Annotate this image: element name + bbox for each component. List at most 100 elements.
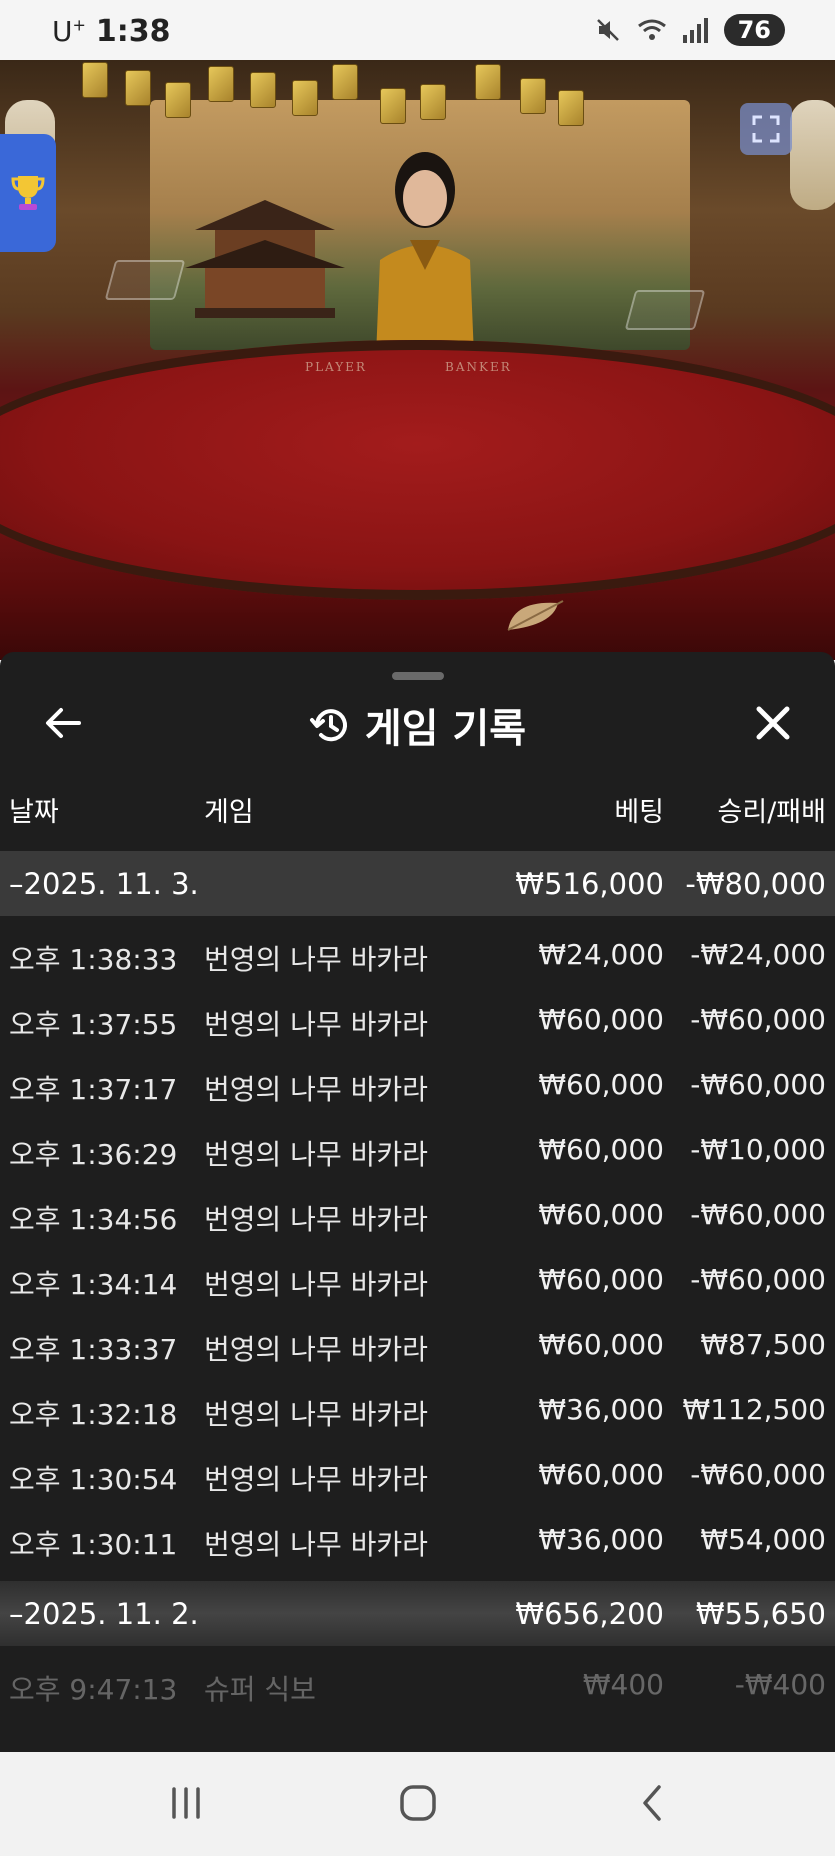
- right-lantern: [790, 100, 835, 210]
- row-time: 오후 1:30:54: [9, 1463, 178, 1496]
- status-right: 76: [595, 14, 785, 46]
- banker-area-label: BANKER: [445, 360, 512, 374]
- history-row[interactable]: 오후 1:32:18 번영의 나무 바카라 ₩36,000 ₩112,500: [0, 1377, 835, 1442]
- mute-icon: [596, 19, 619, 41]
- clock: 1:38: [95, 14, 171, 49]
- history-row[interactable]: 오후 1:34:56 번영의 나무 바카라 ₩60,000 -₩60,000: [0, 1182, 835, 1247]
- date-group-header[interactable]: –2025. 11. 3. ₩516,000 -₩80,000: [0, 851, 835, 916]
- back-chevron-icon: [643, 1785, 661, 1821]
- trophy-button[interactable]: [0, 134, 56, 252]
- header-date: 날짜: [9, 797, 59, 828]
- row-result: ₩87,500: [700, 1328, 826, 1361]
- row-result: -₩24,000: [690, 938, 826, 971]
- recent-apps-button[interactable]: [156, 1778, 216, 1828]
- signal-icon: [682, 17, 708, 43]
- row-time: 오후 1:34:14: [9, 1268, 178, 1301]
- battery-badge: 76: [723, 14, 785, 46]
- close-button[interactable]: [750, 700, 796, 746]
- game-history-panel: 게임 기록 날짜 게임 베팅 승리/패배 –2025. 11. 3. ₩516,…: [0, 652, 835, 1752]
- header-game: 게임: [204, 797, 254, 828]
- row-game: 슈퍼 식보: [204, 1673, 316, 1706]
- carrier-label: U+: [52, 15, 86, 48]
- row-game: 번영의 나무 바카라: [204, 1463, 428, 1496]
- row-time: 오후 1:30:11: [9, 1528, 178, 1561]
- history-row[interactable]: 오후 1:37:55 번영의 나무 바카라 ₩60,000 -₩60,000: [0, 987, 835, 1052]
- card-shoe-left: [104, 260, 186, 300]
- row-bet: ₩60,000: [538, 1003, 664, 1036]
- baccarat-table: [0, 340, 835, 600]
- row-game: 번영의 나무 바카라: [204, 1398, 428, 1431]
- row-result: -₩60,000: [690, 1263, 826, 1296]
- home-button[interactable]: [388, 1778, 448, 1828]
- row-result: -₩400: [734, 1668, 826, 1701]
- system-nav-bar: [0, 1752, 835, 1856]
- row-time: 오후 1:37:17: [9, 1073, 178, 1106]
- row-time: 오후 9:47:13: [9, 1673, 178, 1706]
- row-result: -₩60,000: [690, 1068, 826, 1101]
- group-date: –2025. 11. 2.: [9, 1597, 199, 1631]
- history-row[interactable]: 오후 1:30:54 번영의 나무 바카라 ₩60,000 -₩60,000: [0, 1442, 835, 1507]
- row-result: -₩60,000: [690, 1198, 826, 1231]
- row-time: 오후 1:32:18: [9, 1398, 178, 1431]
- card-shoe-right: [624, 290, 706, 330]
- group-bet-total: ₩516,000: [515, 867, 664, 901]
- row-game: 번영의 나무 바카라: [204, 1528, 428, 1561]
- status-left: U+ 1:38: [52, 14, 171, 49]
- row-bet: ₩36,000: [538, 1393, 664, 1426]
- row-time: 오후 1:37:55: [9, 1008, 178, 1041]
- pagoda-illustration: [185, 200, 345, 318]
- drag-handle[interactable]: [392, 672, 444, 680]
- row-time: 오후 1:34:56: [9, 1203, 178, 1236]
- history-row[interactable]: 오후 1:33:37 번영의 나무 바카라 ₩60,000 ₩87,500: [0, 1312, 835, 1377]
- row-game: 번영의 나무 바카라: [204, 1008, 428, 1041]
- row-bet: ₩60,000: [538, 1068, 664, 1101]
- group-bet-total: ₩656,200: [515, 1597, 664, 1631]
- row-time: 오후 1:38:33: [9, 943, 178, 976]
- leaf-logo-icon: [507, 600, 564, 631]
- trophy-icon: [11, 176, 45, 210]
- row-result: -₩10,000: [690, 1133, 826, 1166]
- row-game: 번영의 나무 바카라: [204, 1138, 428, 1171]
- row-game: 번영의 나무 바카라: [204, 1268, 428, 1301]
- close-icon: [756, 706, 790, 740]
- header-result: 승리/패배: [717, 797, 826, 828]
- history-row[interactable]: 오후 9:47:13 슈퍼 식보 ₩400 -₩400: [0, 1652, 835, 1717]
- row-result: ₩112,500: [682, 1393, 826, 1426]
- panel-title-text: 게임 기록: [364, 706, 527, 752]
- history-clock-icon: [309, 709, 347, 742]
- history-row[interactable]: 오후 1:37:17 번영의 나무 바카라 ₩60,000 -₩60,000: [0, 1052, 835, 1117]
- column-headers: 날짜 게임 베팅 승리/패배: [0, 790, 835, 834]
- row-time: 오후 1:33:37: [9, 1333, 178, 1366]
- panel-title: 게임 기록: [0, 696, 835, 754]
- row-game: 번영의 나무 바카라: [204, 1073, 428, 1106]
- history-row[interactable]: 오후 1:34:14 번영의 나무 바카라 ₩60,000 -₩60,000: [0, 1247, 835, 1312]
- row-bet: ₩60,000: [538, 1263, 664, 1296]
- header-bet: 베팅: [614, 797, 664, 828]
- row-result: -₩60,000: [690, 1458, 826, 1491]
- home-icon: [400, 1785, 436, 1821]
- group-result-total: -₩80,000: [685, 867, 826, 901]
- live-game-view[interactable]: PLAYER BANKER: [0, 60, 835, 660]
- status-bar: U+ 1:38 76: [0, 0, 835, 60]
- history-row[interactable]: 오후 1:30:11 번영의 나무 바카라 ₩36,000 ₩54,000: [0, 1507, 835, 1572]
- row-game: 번영의 나무 바카라: [204, 1203, 428, 1236]
- expand-icon: [752, 115, 780, 143]
- wifi-icon: [637, 19, 666, 40]
- system-back-button[interactable]: [622, 1778, 682, 1828]
- group-date: –2025. 11. 3.: [9, 867, 199, 901]
- player-area-label: PLAYER: [305, 360, 367, 374]
- row-bet: ₩36,000: [538, 1523, 664, 1556]
- fullscreen-button[interactable]: [740, 103, 792, 155]
- row-bet: ₩60,000: [538, 1133, 664, 1166]
- row-time: 오후 1:36:29: [9, 1138, 178, 1171]
- date-group-header[interactable]: –2025. 11. 2. ₩656,200 ₩55,650: [0, 1581, 835, 1646]
- row-bet: ₩60,000: [538, 1328, 664, 1361]
- row-bet: ₩60,000: [538, 1458, 664, 1491]
- carrier-sup: +: [72, 15, 86, 35]
- history-row[interactable]: 오후 1:38:33 번영의 나무 바카라 ₩24,000 -₩24,000: [0, 922, 835, 987]
- carrier-text: U: [52, 15, 73, 48]
- row-result: -₩60,000: [690, 1003, 826, 1036]
- history-row[interactable]: 오후 1:36:29 번영의 나무 바카라 ₩60,000 -₩10,000: [0, 1117, 835, 1182]
- hanging-cards: [80, 60, 680, 130]
- recent-apps-icon: [172, 1787, 200, 1819]
